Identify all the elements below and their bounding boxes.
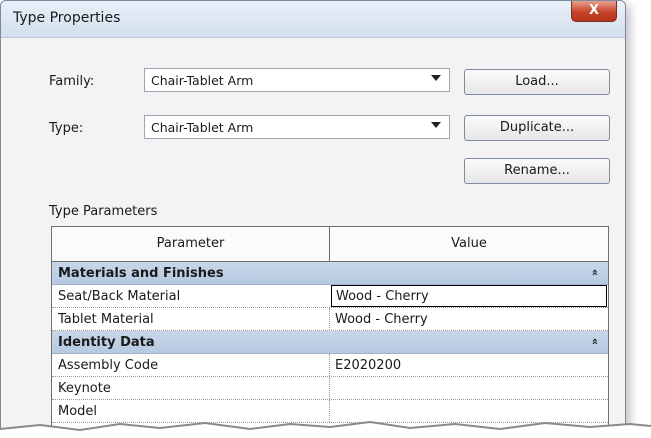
table-row[interactable]: Assembly Code E2020200 [52,354,608,377]
parameter-name: Seat/Back Material [58,289,181,304]
cell-divider [329,308,331,330]
parameter-name: Keynote [58,381,111,396]
chevron-down-icon [431,122,441,128]
collapse-icon[interactable]: » [588,269,601,276]
grid-header: Parameter Value [52,227,608,262]
family-select-value: Chair-Tablet Arm [151,73,254,88]
column-header-parameter[interactable]: Parameter [52,236,329,251]
parameter-value[interactable]: E2020200 [335,358,401,373]
type-parameters-grid: Parameter Value Materials and Finishes »… [51,226,609,437]
chevron-down-icon [431,75,441,81]
type-properties-dialog: Type Properties X Family: Chair-Tablet A… [0,0,626,438]
group-row-identity[interactable]: Identity Data » [52,331,608,354]
title-bar: Type Properties X [1,1,625,38]
group-row-materials[interactable]: Materials and Finishes » [52,262,608,285]
group-label: Materials and Finishes [58,266,224,281]
value-input[interactable]: Wood - Cherry [331,285,607,307]
column-header-value[interactable]: Value [330,236,608,251]
torn-edge [0,420,651,438]
type-parameters-label: Type Parameters [49,204,158,219]
table-row[interactable]: Tablet Material Wood - Cherry [52,308,608,331]
close-button[interactable]: X [571,1,617,22]
type-select[interactable]: Chair-Tablet Arm [144,115,450,139]
group-label: Identity Data [58,335,155,350]
duplicate-button[interactable]: Duplicate... [464,115,610,141]
type-label: Type: [49,121,84,136]
cell-divider [329,377,331,399]
parameter-name: Assembly Code [58,358,159,373]
table-row[interactable]: Keynote [52,377,608,400]
parameter-value[interactable]: Wood - Cherry [335,312,428,327]
rename-button[interactable]: Rename... [464,158,610,184]
close-icon: X [588,3,600,18]
dialog-title: Type Properties [13,10,121,26]
table-row[interactable]: Seat/Back Material Wood - Cherry [52,285,608,308]
cell-divider [329,354,331,376]
family-select[interactable]: Chair-Tablet Arm [144,68,450,92]
collapse-icon[interactable]: » [588,338,601,345]
parameter-value: Wood - Cherry [336,289,429,304]
family-label: Family: [49,74,95,89]
load-button[interactable]: Load... [464,69,610,95]
type-select-value: Chair-Tablet Arm [151,120,254,135]
parameter-name: Tablet Material [58,312,154,327]
